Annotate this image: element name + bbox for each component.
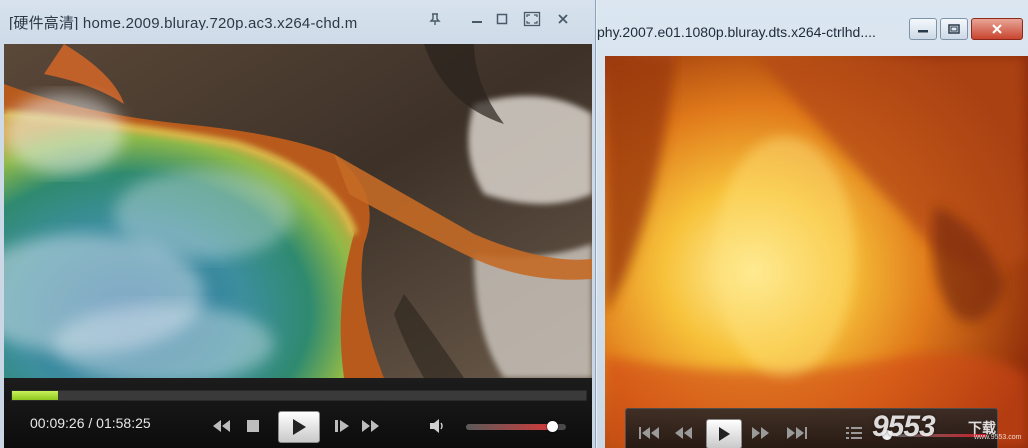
- fast-forward-icon[interactable]: [360, 416, 382, 436]
- maximize-icon[interactable]: [491, 8, 513, 30]
- right-video-frame[interactable]: [605, 56, 1028, 448]
- left-seek-bar[interactable]: [11, 390, 587, 401]
- left-window-title: [硬件高清] home.2009.bluray.720p.ac3.x264-ch…: [9, 15, 358, 30]
- minimize-icon[interactable]: [466, 8, 488, 30]
- stop-icon[interactable]: [244, 416, 262, 436]
- fullscreen-icon[interactable]: [521, 8, 543, 30]
- left-control-bar: 00:09:26 / 01:58:25: [4, 378, 592, 448]
- left-video-frame[interactable]: [4, 44, 592, 378]
- restore-button[interactable]: [940, 18, 968, 40]
- right-player-window: phy.2007.e01.1080p.bluray.dts.x264-ctrlh…: [597, 0, 1028, 448]
- left-title-bar[interactable]: [硬件高清] home.2009.bluray.720p.ac3.x264-ch…: [0, 0, 596, 38]
- lava-image: [605, 56, 1028, 448]
- watermark-url: www.9553.com: [974, 434, 1022, 441]
- time-display: 00:09:26 / 01:58:25: [30, 415, 151, 431]
- playlist-icon[interactable]: [844, 424, 864, 442]
- minimize-button[interactable]: [909, 18, 937, 40]
- close-icon[interactable]: [552, 8, 574, 30]
- left-seek-progress: [12, 391, 58, 400]
- rewind-icon[interactable]: [672, 424, 694, 442]
- close-icon: [992, 24, 1002, 34]
- play-button[interactable]: [706, 419, 742, 448]
- skip-back-icon[interactable]: [638, 424, 662, 442]
- step-forward-icon[interactable]: [332, 416, 352, 436]
- hot-spring-image: [4, 44, 592, 378]
- pin-icon[interactable]: [424, 8, 446, 30]
- left-player-window: [硬件高清] home.2009.bluray.720p.ac3.x264-ch…: [0, 0, 596, 448]
- rewind-icon[interactable]: [210, 416, 232, 436]
- volume-knob[interactable]: [547, 421, 558, 432]
- minimize-icon: [918, 30, 928, 33]
- restore-icon: [948, 24, 960, 34]
- close-button[interactable]: [971, 18, 1023, 40]
- right-control-bar: [625, 408, 998, 448]
- volume-slider[interactable]: [466, 421, 566, 432]
- volume-level: [466, 424, 552, 430]
- watermark-logo: 9553: [872, 410, 936, 443]
- skip-forward-icon[interactable]: [784, 424, 810, 442]
- fast-forward-icon[interactable]: [750, 424, 772, 442]
- play-button[interactable]: [278, 411, 320, 443]
- right-window-title: phy.2007.e01.1080p.bluray.dts.x264-ctrlh…: [597, 24, 876, 40]
- play-icon: [293, 419, 306, 435]
- play-icon: [719, 427, 730, 441]
- volume-icon[interactable]: [428, 416, 448, 436]
